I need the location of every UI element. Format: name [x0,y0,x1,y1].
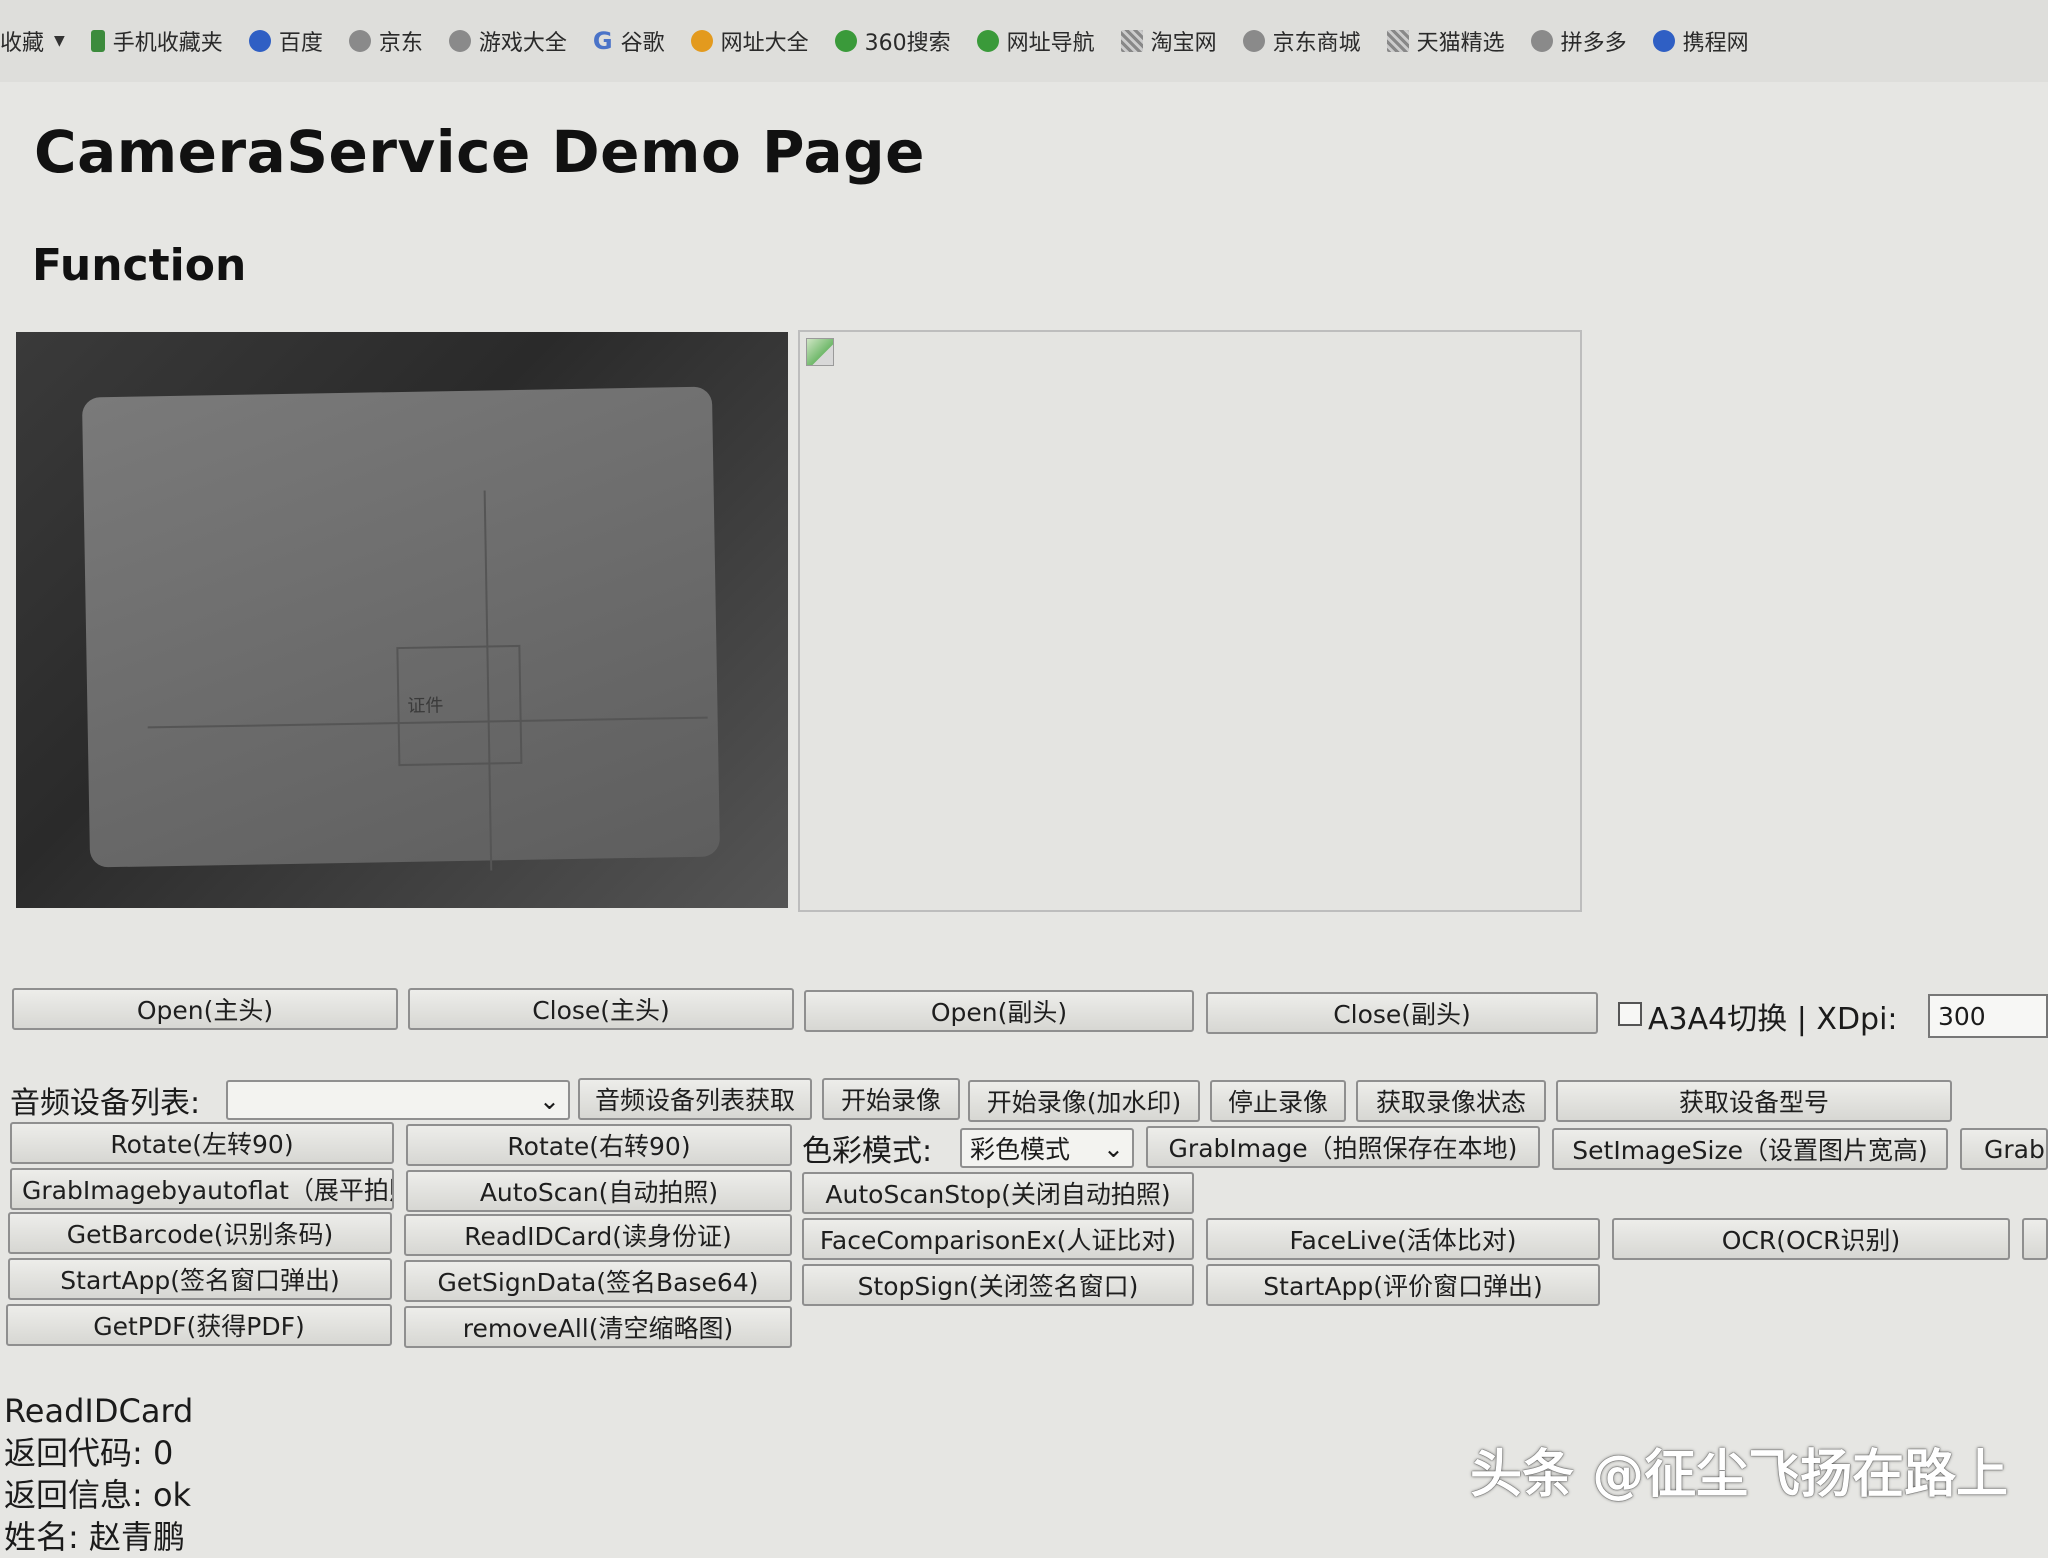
grab-button-truncated[interactable]: Grab [1960,1128,2048,1170]
close-sub-camera-button[interactable]: Close(副头) [1206,992,1598,1034]
a3a4-checkbox[interactable] [1618,1002,1642,1026]
ocr-button[interactable]: OCR(OCR识别) [1612,1218,2010,1260]
bookmark-label: 拼多多 [1560,31,1627,56]
color-mode-value: 彩色模式 [970,1135,1071,1164]
face-comparison-button[interactable]: FaceComparisonEx(人证比对) [802,1218,1194,1260]
globe-icon [448,30,471,52]
bookmark-label: 游戏大全 [478,31,567,56]
result-output: ReadIDCard 返回代码: 0 返回信息: ok 姓名: 赵青鹏 [4,1390,193,1558]
bookmark-item-jdmall[interactable]: 京东商城 [1242,25,1361,57]
bookmark-label: 网址导航 [1006,31,1095,56]
bookmark-item-urls[interactable]: 网址大全 [690,25,809,57]
get-device-model-button[interactable]: 获取设备型号 [1556,1080,1952,1122]
360-ring-icon [834,30,857,52]
auto-scan-stop-button[interactable]: AutoScanStop(关闭自动拍照) [802,1172,1194,1214]
main-camera-preview: 证件 [16,332,788,908]
document-plate-image: 证件 [81,386,721,871]
bookmark-item-ctrip[interactable]: 携程网 [1652,25,1749,57]
bookmark-label: 谷歌 [620,31,665,56]
baidu-paw-icon [248,30,271,52]
remove-all-button[interactable]: removeAll(清空缩略图) [404,1306,792,1348]
section-heading: Function [32,240,247,291]
rotate-right-button[interactable]: Rotate(右转90) [406,1124,792,1166]
bookmark-label: 京东商城 [1272,31,1361,56]
truncated-button[interactable] [2022,1218,2048,1260]
page-title: CameraService Demo Page [34,118,925,186]
result-name: 姓名: 赵青鹏 [4,1518,185,1556]
globe-icon [1530,30,1553,52]
grid-favicon-icon [1120,30,1143,52]
bookmark-item-pdd[interactable]: 拼多多 [1530,25,1627,57]
bookmark-favorites[interactable]: 收藏 [0,25,44,57]
bookmark-label: 手机收藏夹 [112,31,223,56]
rotate-left-button[interactable]: Rotate(左转90) [10,1122,394,1164]
bookmark-item-tmall[interactable]: 天猫精选 [1386,25,1505,57]
get-barcode-button[interactable]: GetBarcode(识别条码) [8,1212,392,1254]
color-mode-select[interactable]: 彩色模式 ⌄ [960,1128,1134,1168]
xdpi-input[interactable]: 300 [1928,994,2048,1038]
set-image-size-button[interactable]: SetImageSize（设置图片宽高) [1552,1128,1948,1170]
bookmark-item-jd[interactable]: 京东 [348,25,423,57]
bookmark-item-taobao[interactable]: 淘宝网 [1120,25,1217,57]
hao-check-icon [976,30,999,52]
ctrip-swirl-icon [1652,30,1675,52]
bookmark-label: 收藏 [0,31,45,56]
bookmark-label: 淘宝网 [1150,31,1217,56]
bookmark-label: 360搜索 [864,31,951,56]
a3a4-xdpi-label: A3A4切换 | XDpi: [1648,1002,1898,1037]
secondary-camera-preview [798,330,1582,912]
bookmarks-bar: 收藏 ▼ 手机收藏夹 百度 京东 游戏大全 G 谷歌 网址大全 360搜索 网址导… [0,0,2048,82]
auto-scan-button[interactable]: AutoScan(自动拍照) [406,1170,792,1212]
open-sub-camera-button[interactable]: Open(副头) [804,990,1194,1032]
start-record-button[interactable]: 开始录像 [822,1078,960,1120]
chevron-down-icon: ⌄ [539,1085,560,1115]
get-pdf-button[interactable]: GetPDF(获得PDF) [6,1304,392,1346]
broken-image-icon [806,338,834,366]
close-main-camera-button[interactable]: Close(主头) [408,988,794,1030]
grab-image-button[interactable]: GrabImage（拍照保存在本地) [1146,1126,1540,1168]
globe-icon [348,30,371,52]
bookmark-item-mobile[interactable]: 手机收藏夹 [90,25,223,57]
grid-favicon-icon [1386,30,1409,52]
audio-device-label: 音频设备列表: [10,1086,201,1121]
phone-icon [90,30,105,52]
plus-circle-icon [690,30,713,52]
bookmark-label: 百度 [278,31,323,56]
source-watermark: 头条 @征尘飞扬在路上 [1470,1445,2009,1505]
start-app-sign-button[interactable]: StartApp(签名窗口弹出) [8,1258,392,1300]
bookmark-label: 携程网 [1682,31,1749,56]
chevron-down-icon: ⌄ [1103,1133,1124,1163]
bookmark-item-google[interactable]: G 谷歌 [593,25,665,57]
get-sign-data-button[interactable]: GetSignData(签名Base64) [404,1260,792,1302]
color-mode-label: 色彩模式: [802,1134,933,1169]
audio-device-select[interactable]: ⌄ [226,1080,570,1120]
result-function-name: ReadIDCard [4,1392,194,1430]
bookmark-item-nav[interactable]: 网址导航 [976,25,1095,57]
google-g-icon: G [592,27,613,55]
globe-icon [1242,30,1265,52]
stop-sign-button[interactable]: StopSign(关闭签名窗口) [802,1264,1194,1306]
stop-record-button[interactable]: 停止录像 [1210,1080,1346,1122]
start-record-watermark-button[interactable]: 开始录像(加水印) [968,1080,1200,1122]
open-main-camera-button[interactable]: Open(主头) [12,988,398,1030]
bookmark-item-360[interactable]: 360搜索 [834,25,951,57]
plate-label: 证件 [407,695,444,717]
result-code: 返回代码: 0 [4,1434,174,1472]
record-status-button[interactable]: 获取录像状态 [1356,1080,1546,1122]
bookmark-label: 网址大全 [720,31,809,56]
bookmark-item-baidu[interactable]: 百度 [248,25,323,57]
start-app-eval-button[interactable]: StartApp(评价窗口弹出) [1206,1264,1600,1306]
bookmark-label: 京东 [378,31,423,56]
chevron-down-icon[interactable]: ▼ [54,33,65,49]
result-message: 返回信息: ok [4,1476,192,1514]
grab-autoflat-button[interactable]: GrabImagebyautoflat（展平拍照 [10,1168,394,1210]
face-live-button[interactable]: FaceLive(活体比对) [1206,1218,1600,1260]
bookmark-label: 天猫精选 [1416,31,1505,56]
bookmark-item-games[interactable]: 游戏大全 [448,25,567,57]
get-audio-list-button[interactable]: 音频设备列表获取 [578,1078,812,1120]
read-idcard-button[interactable]: ReadIDCard(读身份证) [404,1214,792,1256]
